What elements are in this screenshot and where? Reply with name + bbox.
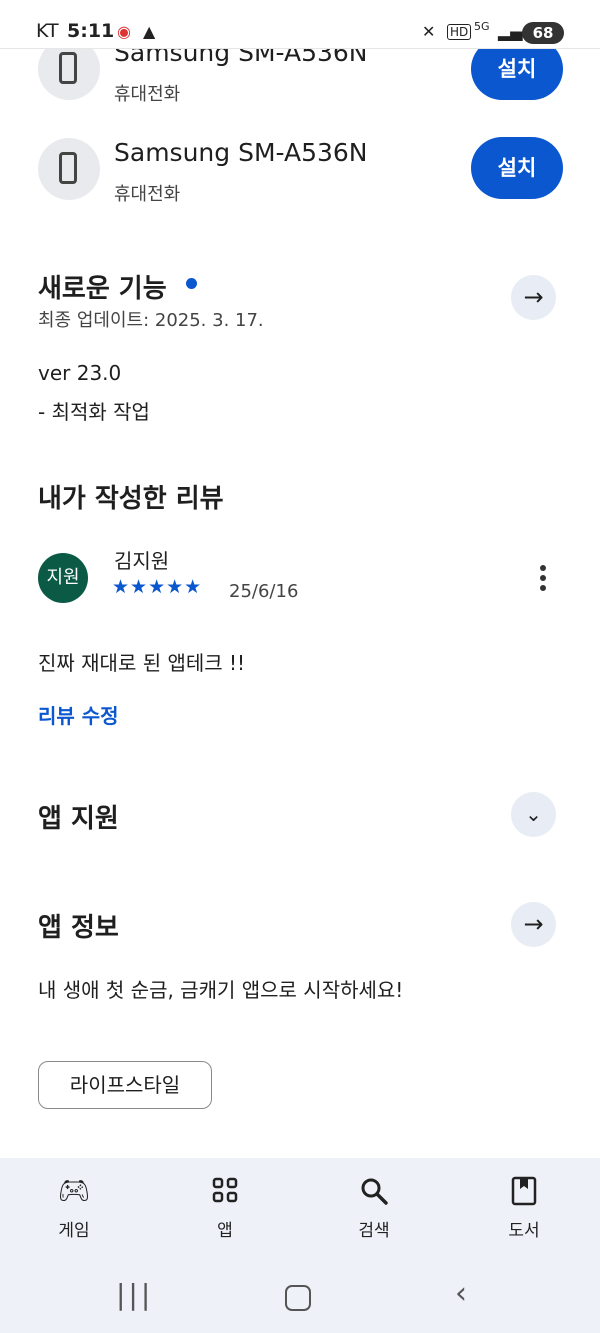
release-note-line: - 최적화 작업	[38, 400, 150, 424]
phone-icon	[59, 152, 77, 184]
new-indicator-dot	[186, 278, 197, 289]
avatar: 지원	[38, 553, 88, 603]
whats-new-title[interactable]: 새로운 기능	[38, 268, 167, 305]
device-icon	[38, 138, 100, 200]
search-icon	[324, 1176, 424, 1210]
install-button[interactable]: 설치	[471, 137, 563, 199]
release-note-line: ver 23.0	[38, 361, 122, 385]
nav-label: 앱	[217, 1221, 233, 1241]
arrow-right-icon[interactable]: →	[511, 275, 556, 320]
signal-icon: ▂▄	[498, 22, 523, 41]
app-description: 내 생애 첫 순금, 금캐기 앱으로 시작하세요!	[38, 978, 404, 1002]
device-type: 휴대전화	[114, 184, 181, 205]
status-bar: KT 5:11 ◉ ▲ ✕ HD 5G ▂▄ 68	[0, 0, 600, 49]
category-chip[interactable]: 라이프스타일	[38, 1061, 212, 1109]
5g-icon: 5G	[474, 20, 490, 33]
hd-icon: HD	[447, 24, 472, 40]
gamepad-icon: 🎮︎	[57, 1176, 91, 1206]
nav-item-games[interactable]: 🎮︎ 게임	[24, 1176, 124, 1241]
mute-icon: ✕	[422, 22, 436, 41]
carrier-label: KT	[36, 20, 59, 42]
back-button[interactable]: ‹	[455, 1276, 467, 1311]
nav-label: 검색	[358, 1221, 390, 1241]
app-support-title[interactable]: 앱 지원	[38, 798, 119, 835]
reviewer-name: 김지원	[114, 549, 170, 573]
last-updated: 최종 업데이트: 2025. 3. 17.	[38, 310, 264, 331]
clock: 5:11	[67, 20, 115, 42]
nav-item-search[interactable]: 검색	[324, 1176, 424, 1241]
device-name: Samsung SM-A536N	[114, 138, 368, 167]
nav-item-apps[interactable]: 앱	[175, 1176, 275, 1241]
nav-label: 도서	[508, 1221, 540, 1241]
edit-review-link[interactable]: 리뷰 수정	[38, 700, 119, 729]
review-date: 25/6/16	[229, 581, 299, 602]
recent-apps-button[interactable]: |||	[116, 1278, 153, 1311]
notification-app-icon: ◉	[117, 22, 131, 41]
phone-icon	[59, 52, 77, 84]
apps-grid-icon	[175, 1176, 275, 1210]
book-icon	[474, 1176, 574, 1210]
nav-item-books[interactable]: 도서	[474, 1176, 574, 1241]
arrow-right-icon[interactable]: →	[511, 902, 556, 947]
my-review-title: 내가 작성한 리뷰	[38, 484, 224, 514]
review-text: 진짜 재대로 된 앱테크 !!	[38, 651, 246, 675]
star-rating: ★★★★★	[112, 576, 203, 598]
nav-label: 게임	[58, 1221, 90, 1241]
chevron-down-icon[interactable]: ⌄	[511, 792, 556, 837]
home-button[interactable]	[285, 1285, 311, 1311]
battery-indicator: 68	[522, 22, 564, 44]
app-info-title[interactable]: 앱 정보	[38, 907, 119, 944]
device-type: 휴대전화	[114, 84, 181, 105]
more-options-icon[interactable]	[540, 565, 546, 595]
warning-icon: ▲	[143, 22, 156, 41]
bottom-navigation: 🎮︎ 게임 앱 검색 도서 ||| ‹	[0, 1158, 600, 1333]
